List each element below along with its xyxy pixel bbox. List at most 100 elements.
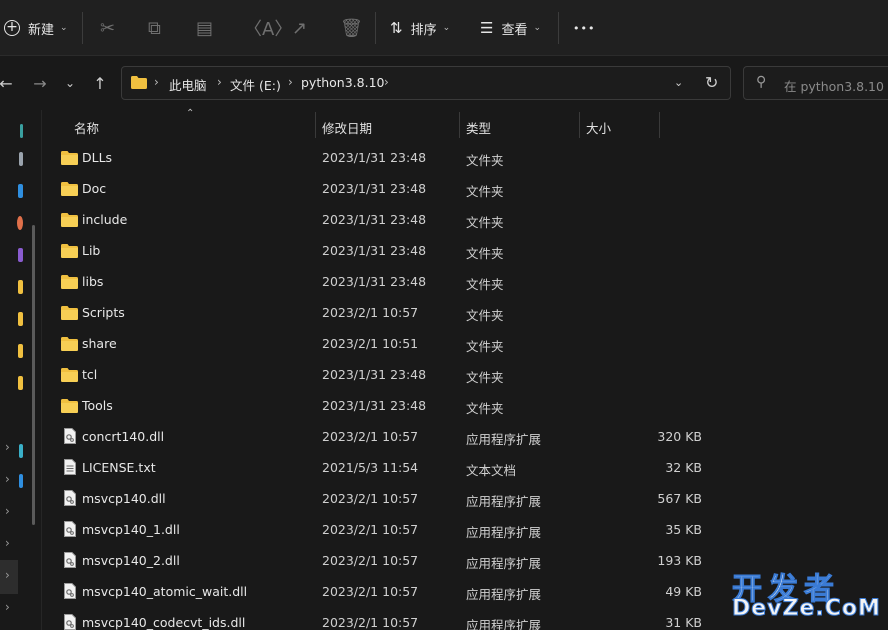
address-bar[interactable]: › 此电脑 › 文件 (E:) › python3.8.10 › ⌄ ↻ bbox=[121, 66, 731, 100]
dll-file-icon bbox=[64, 583, 76, 599]
file-type: 文件夹 bbox=[466, 370, 504, 385]
file-type: 文件夹 bbox=[466, 246, 504, 261]
folder-icon bbox=[61, 399, 78, 413]
file-row[interactable]: Doc 2023/1/31 23:48 文件夹 bbox=[50, 174, 888, 205]
file-modified-date: 2023/2/1 10:57 bbox=[322, 522, 419, 537]
nav-pane-folder-icon[interactable] bbox=[18, 280, 23, 294]
file-name: Tools bbox=[82, 398, 113, 413]
folder-icon bbox=[61, 337, 78, 351]
scissors-icon: ✂ bbox=[100, 17, 116, 39]
sort-button[interactable]: ⇅ 排序 ⌄ bbox=[390, 10, 450, 46]
file-type: 文件夹 bbox=[466, 184, 504, 199]
file-name: include bbox=[82, 212, 128, 227]
file-type: 应用程序扩展 bbox=[466, 432, 542, 447]
file-row[interactable]: msvcp140_1.dll 2023/2/1 10:57 应用程序扩展 35 KB bbox=[50, 515, 888, 546]
nav-pane-item-icon[interactable] bbox=[19, 152, 23, 166]
column-divider[interactable] bbox=[315, 112, 316, 138]
file-row[interactable]: share 2023/2/1 10:51 文件夹 bbox=[50, 329, 888, 360]
text-file-icon bbox=[64, 459, 76, 475]
file-size: 32 KB bbox=[665, 460, 702, 475]
file-size: 320 KB bbox=[657, 429, 702, 444]
paste-button[interactable]: ▤ bbox=[196, 10, 213, 46]
nav-pane-item-icon[interactable] bbox=[17, 216, 23, 230]
file-modified-date: 2023/2/1 10:57 bbox=[322, 615, 419, 630]
folder-icon bbox=[61, 213, 78, 227]
forward-button[interactable]: → bbox=[28, 72, 52, 94]
more-icon: ••• bbox=[573, 21, 596, 35]
nav-pane-folder-icon[interactable] bbox=[18, 312, 23, 326]
file-size: 49 KB bbox=[665, 584, 702, 599]
toolbar-divider bbox=[375, 12, 376, 44]
share-button[interactable]: ↗ bbox=[292, 10, 307, 46]
file-name: concrt140.dll bbox=[82, 429, 165, 444]
file-row[interactable]: concrt140.dll 2023/2/1 10:57 应用程序扩展 320 KB bbox=[50, 422, 888, 453]
file-type: 文件夹 bbox=[466, 339, 504, 354]
search-input[interactable]: ⚲ 在 python3.8.10 中 bbox=[743, 66, 888, 100]
file-row[interactable]: tcl 2023/1/31 23:48 文件夹 bbox=[50, 360, 888, 391]
file-modified-date: 2023/1/31 23:48 bbox=[322, 150, 427, 165]
cut-button[interactable]: ✂ bbox=[100, 10, 115, 46]
file-row[interactable]: LICENSE.txt 2021/5/3 11:54 文本文档 32 KB bbox=[50, 453, 888, 484]
clipboard-icon: ▤ bbox=[196, 17, 214, 39]
file-modified-date: 2023/1/31 23:48 bbox=[322, 274, 427, 289]
delete-button[interactable]: 🗑 bbox=[340, 10, 363, 46]
file-size: 567 KB bbox=[657, 491, 702, 506]
file-modified-date: 2023/2/1 10:51 bbox=[322, 336, 419, 351]
chevron-right-icon[interactable]: › bbox=[5, 568, 10, 582]
file-row[interactable]: Tools 2023/1/31 23:48 文件夹 bbox=[50, 391, 888, 422]
refresh-icon[interactable]: ↻ bbox=[705, 73, 718, 92]
file-row[interactable]: Lib 2023/1/31 23:48 文件夹 bbox=[50, 236, 888, 267]
file-row[interactable]: libs 2023/1/31 23:48 文件夹 bbox=[50, 267, 888, 298]
folder-icon bbox=[131, 76, 147, 89]
nav-pane-folder-icon[interactable] bbox=[18, 376, 23, 390]
back-button[interactable]: ← bbox=[0, 72, 18, 94]
file-row[interactable]: include 2023/1/31 23:48 文件夹 bbox=[50, 205, 888, 236]
chevron-right-icon[interactable]: › bbox=[5, 536, 10, 550]
new-button[interactable]: + 新建 ⌄ bbox=[4, 10, 68, 46]
nav-pane-folder-icon[interactable] bbox=[18, 344, 23, 358]
nav-pane-item-icon[interactable] bbox=[20, 124, 23, 138]
chevron-right-icon[interactable]: › bbox=[5, 472, 10, 486]
nav-pane-item-icon[interactable] bbox=[19, 444, 23, 458]
copy-button[interactable]: ⧉ bbox=[148, 10, 161, 46]
nav-pane-item-icon[interactable] bbox=[18, 248, 23, 262]
column-divider[interactable] bbox=[659, 112, 660, 138]
file-modified-date: 2023/2/1 10:57 bbox=[322, 491, 419, 506]
column-divider[interactable] bbox=[579, 112, 580, 138]
breadcrumb-this-pc[interactable]: 此电脑 bbox=[169, 75, 207, 94]
arrow-left-icon: ← bbox=[0, 73, 13, 93]
chevron-right-icon[interactable]: › bbox=[5, 504, 10, 518]
file-modified-date: 2023/1/31 23:48 bbox=[322, 181, 427, 196]
file-row[interactable]: Scripts 2023/2/1 10:57 文件夹 bbox=[50, 298, 888, 329]
view-button[interactable]: ☰ 查看 ⌄ bbox=[480, 10, 541, 46]
file-row[interactable]: msvcp140.dll 2023/2/1 10:57 应用程序扩展 567 KB bbox=[50, 484, 888, 515]
file-type: 应用程序扩展 bbox=[466, 494, 542, 509]
dll-file-icon bbox=[64, 552, 76, 568]
file-type: 文件夹 bbox=[466, 153, 504, 168]
nav-pane-scrollbar[interactable] bbox=[32, 225, 35, 525]
sort-ascending-icon: ⌃ bbox=[186, 108, 195, 119]
breadcrumb-drive-e[interactable]: 文件 (E:) bbox=[230, 75, 281, 94]
address-history-dropdown[interactable]: ⌄ bbox=[674, 76, 683, 89]
chevron-down-icon: ⌄ bbox=[533, 23, 542, 33]
chevron-down-icon: ⌄ bbox=[442, 23, 451, 33]
sort-icon: ⇅ bbox=[390, 19, 403, 37]
watermark-line2: DevZe.CoM bbox=[732, 596, 881, 622]
chevron-right-icon[interactable]: › bbox=[5, 440, 10, 454]
file-name: share bbox=[82, 336, 117, 351]
chevron-right-icon[interactable]: › bbox=[5, 600, 10, 614]
file-type: 文件夹 bbox=[466, 215, 504, 230]
file-modified-date: 2023/1/31 23:48 bbox=[322, 243, 427, 258]
breadcrumb-python-folder[interactable]: python3.8.10 bbox=[301, 75, 384, 90]
file-row[interactable]: DLLs 2023/1/31 23:48 文件夹 bbox=[50, 143, 888, 174]
more-options-button[interactable]: ••• bbox=[573, 10, 595, 46]
toolbar-divider bbox=[558, 12, 559, 44]
nav-pane-item-icon[interactable] bbox=[18, 184, 23, 198]
column-divider[interactable] bbox=[459, 112, 460, 138]
file-type: 文件夹 bbox=[466, 308, 504, 323]
up-button[interactable]: ↑ bbox=[88, 72, 112, 94]
rename-button[interactable]: 〈A〉 bbox=[244, 10, 292, 46]
plus-circle-icon: + bbox=[4, 20, 20, 36]
nav-pane-item-icon[interactable] bbox=[19, 474, 23, 488]
recent-locations-button[interactable]: ⌄ bbox=[58, 72, 82, 94]
